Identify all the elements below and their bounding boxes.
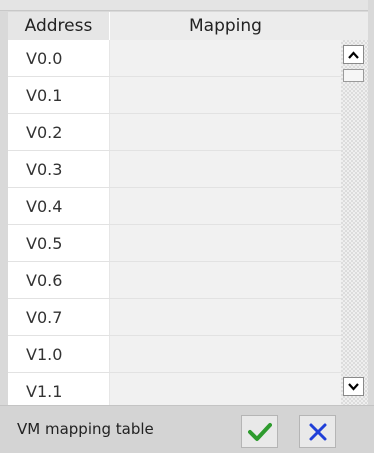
mapping-cell[interactable] <box>110 188 341 224</box>
address-cell[interactable]: V1.1 <box>8 373 110 405</box>
table-row[interactable]: V0.0 <box>8 40 341 77</box>
column-header-address[interactable]: Address <box>8 12 110 40</box>
address-cell[interactable]: V0.1 <box>8 77 110 113</box>
mapping-cell[interactable] <box>110 151 341 187</box>
address-cell[interactable]: V0.6 <box>8 262 110 298</box>
close-icon <box>309 423 326 440</box>
column-header-mapping[interactable]: Mapping <box>110 12 341 40</box>
cancel-button[interactable] <box>299 415 336 448</box>
address-cell[interactable]: V0.2 <box>8 114 110 150</box>
scroll-down-button[interactable] <box>343 377 364 396</box>
panel-right-frame <box>368 0 374 452</box>
address-cell[interactable]: V0.3 <box>8 151 110 187</box>
table-row[interactable]: V0.2 <box>8 114 341 151</box>
mapping-table: Address Mapping V0.0 V0.1 V0.2 V0.3 V0.4 <box>8 12 341 405</box>
confirm-button[interactable] <box>241 415 278 448</box>
mapping-cell[interactable] <box>110 373 341 405</box>
chevron-up-icon <box>348 50 359 59</box>
address-cell[interactable]: V0.0 <box>8 40 110 76</box>
table-body: V0.0 V0.1 V0.2 V0.3 V0.4 V0.5 V0.6 V0.7 … <box>8 40 341 405</box>
table-row[interactable]: V0.6 <box>8 262 341 299</box>
scrollbar-header-corner <box>341 12 368 40</box>
chevron-down-icon <box>348 382 359 391</box>
table-row[interactable]: V0.4 <box>8 188 341 225</box>
mapping-cell[interactable] <box>110 299 341 335</box>
table-row[interactable]: V0.3 <box>8 151 341 188</box>
table-row[interactable]: V1.1 <box>8 373 341 405</box>
vm-mapping-panel: Address Mapping V0.0 V0.1 V0.2 V0.3 V0.4 <box>0 0 374 453</box>
panel-top-frame <box>0 0 374 11</box>
mapping-cell[interactable] <box>110 77 341 113</box>
table-row[interactable]: V0.7 <box>8 299 341 336</box>
table-header: Address Mapping <box>8 12 341 40</box>
mapping-cell[interactable] <box>110 40 341 76</box>
address-cell[interactable]: V0.4 <box>8 188 110 224</box>
mapping-cell[interactable] <box>110 225 341 261</box>
vertical-scrollbar[interactable] <box>341 40 368 405</box>
mapping-cell[interactable] <box>110 336 341 372</box>
panel-title: VM mapping table <box>17 420 154 438</box>
table-row[interactable]: V0.1 <box>8 77 341 114</box>
panel-footer: VM mapping table <box>0 405 374 453</box>
mapping-cell[interactable] <box>110 114 341 150</box>
address-cell[interactable]: V1.0 <box>8 336 110 372</box>
table-row[interactable]: V0.5 <box>8 225 341 262</box>
scrollbar-thumb[interactable] <box>343 69 364 82</box>
scroll-up-button[interactable] <box>343 45 364 64</box>
address-cell[interactable]: V0.5 <box>8 225 110 261</box>
table-row[interactable]: V1.0 <box>8 336 341 373</box>
address-cell[interactable]: V0.7 <box>8 299 110 335</box>
mapping-cell[interactable] <box>110 262 341 298</box>
checkmark-icon <box>247 422 272 441</box>
